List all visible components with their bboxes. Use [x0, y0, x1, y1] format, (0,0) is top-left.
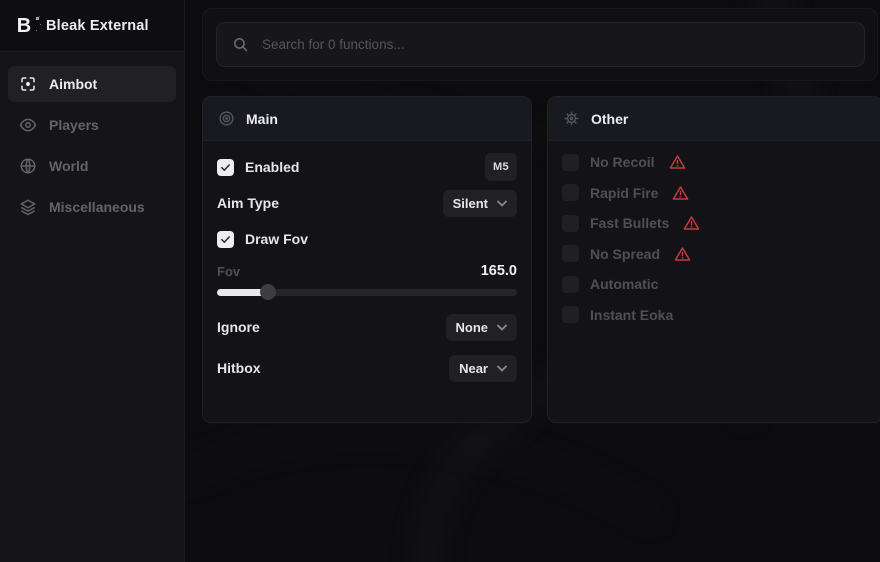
fov-value: 165.0 — [481, 263, 517, 279]
panel-main-title: Main — [246, 111, 278, 127]
draw-fov-row: Draw Fov — [217, 225, 517, 253]
fast-bullets-label: Fast Bullets — [590, 215, 669, 231]
sidebar-header: B Bleak External — [0, 0, 184, 52]
sidebar-item-players[interactable]: Players — [8, 107, 176, 143]
warning-icon — [674, 246, 691, 262]
target-icon — [218, 110, 235, 127]
sidebar-item-label: Miscellaneous — [49, 199, 145, 215]
rapid-fire-checkbox[interactable] — [562, 184, 579, 201]
sidebar-nav: Aimbot Players World — [0, 52, 184, 225]
no-spread-label: No Spread — [590, 246, 660, 262]
gear-icon — [563, 110, 580, 127]
chevron-down-icon — [497, 200, 507, 207]
panel-other-body: No Recoil Rapid Fire — [548, 141, 880, 348]
ignore-dropdown[interactable]: None — [446, 314, 518, 341]
layers-icon — [19, 198, 37, 216]
chevron-down-icon — [497, 365, 507, 372]
rapid-fire-row: Rapid Fire — [562, 184, 868, 202]
draw-fov-label: Draw Fov — [245, 231, 308, 247]
sidebar-item-miscellaneous[interactable]: Miscellaneous — [8, 189, 176, 225]
fov-value-row: Fov 165.0 — [217, 261, 517, 281]
hitbox-row: Hitbox Near — [217, 354, 517, 382]
fast-bullets-checkbox[interactable] — [562, 215, 579, 232]
rapid-fire-label: Rapid Fire — [590, 185, 658, 201]
fov-slider[interactable] — [217, 284, 517, 300]
app-title: Bleak External — [46, 18, 149, 34]
panel-other-title: Other — [591, 111, 628, 127]
globe-icon — [19, 157, 37, 175]
panel-main-header: Main — [203, 97, 531, 141]
aim-type-label: Aim Type — [217, 195, 279, 211]
sidebar: B Bleak External Aimbot — [0, 0, 185, 562]
bleak-external-window: B Bleak External Aimbot — [0, 0, 880, 562]
search-box[interactable] — [216, 22, 865, 67]
hitbox-label: Hitbox — [217, 360, 261, 376]
no-recoil-row: No Recoil — [562, 153, 868, 171]
aim-type-value: Silent — [453, 196, 488, 211]
instant-eoka-label: Instant Eoka — [590, 307, 673, 323]
instant-eoka-checkbox[interactable] — [562, 306, 579, 323]
no-recoil-label: No Recoil — [590, 154, 655, 170]
draw-fov-checkbox[interactable] — [217, 231, 234, 248]
enabled-row: Enabled M5 — [217, 152, 517, 182]
eye-icon — [19, 116, 37, 134]
chevron-down-icon — [497, 324, 507, 331]
no-recoil-checkbox[interactable] — [562, 154, 579, 171]
panel-other: Other No Recoil Rapid Fire — [547, 96, 880, 423]
no-spread-checkbox[interactable] — [562, 245, 579, 262]
sidebar-item-label: Aimbot — [49, 76, 97, 92]
warning-icon — [669, 154, 686, 170]
sidebar-item-aimbot[interactable]: Aimbot — [8, 66, 176, 102]
warning-icon — [672, 185, 689, 201]
aim-type-row: Aim Type Silent — [217, 189, 517, 217]
content-area: Main Enabled M5 Aim Type Silent — [185, 0, 880, 562]
hitbox-value: Near — [459, 361, 488, 376]
automatic-checkbox[interactable] — [562, 276, 579, 293]
crosshair-icon — [19, 75, 37, 93]
sidebar-item-label: Players — [49, 117, 99, 133]
panel-other-header: Other — [548, 97, 880, 141]
enabled-keybind-button[interactable]: M5 — [485, 153, 517, 181]
app-logo-icon: B — [12, 14, 36, 38]
aim-type-dropdown[interactable]: Silent — [443, 190, 517, 217]
panel-main-body: Enabled M5 Aim Type Silent — [203, 141, 531, 393]
warning-icon — [683, 215, 700, 231]
enabled-checkbox[interactable] — [217, 159, 234, 176]
automatic-row: Automatic — [562, 275, 868, 293]
fast-bullets-row: Fast Bullets — [562, 214, 868, 232]
panel-main: Main Enabled M5 Aim Type Silent — [202, 96, 532, 423]
no-spread-row: No Spread — [562, 245, 868, 263]
ignore-value: None — [456, 320, 489, 335]
fov-label: Fov — [217, 264, 240, 279]
ignore-label: Ignore — [217, 319, 260, 335]
sidebar-item-world[interactable]: World — [8, 148, 176, 184]
enabled-label: Enabled — [245, 159, 299, 175]
ignore-row: Ignore None — [217, 313, 517, 341]
search-icon — [232, 36, 249, 53]
instant-eoka-row: Instant Eoka — [562, 306, 868, 324]
fov-slider-thumb[interactable] — [260, 284, 276, 300]
hitbox-dropdown[interactable]: Near — [449, 355, 517, 382]
search-container — [202, 8, 878, 81]
sidebar-item-label: World — [49, 158, 88, 174]
automatic-label: Automatic — [590, 276, 658, 292]
search-input[interactable] — [260, 36, 849, 53]
